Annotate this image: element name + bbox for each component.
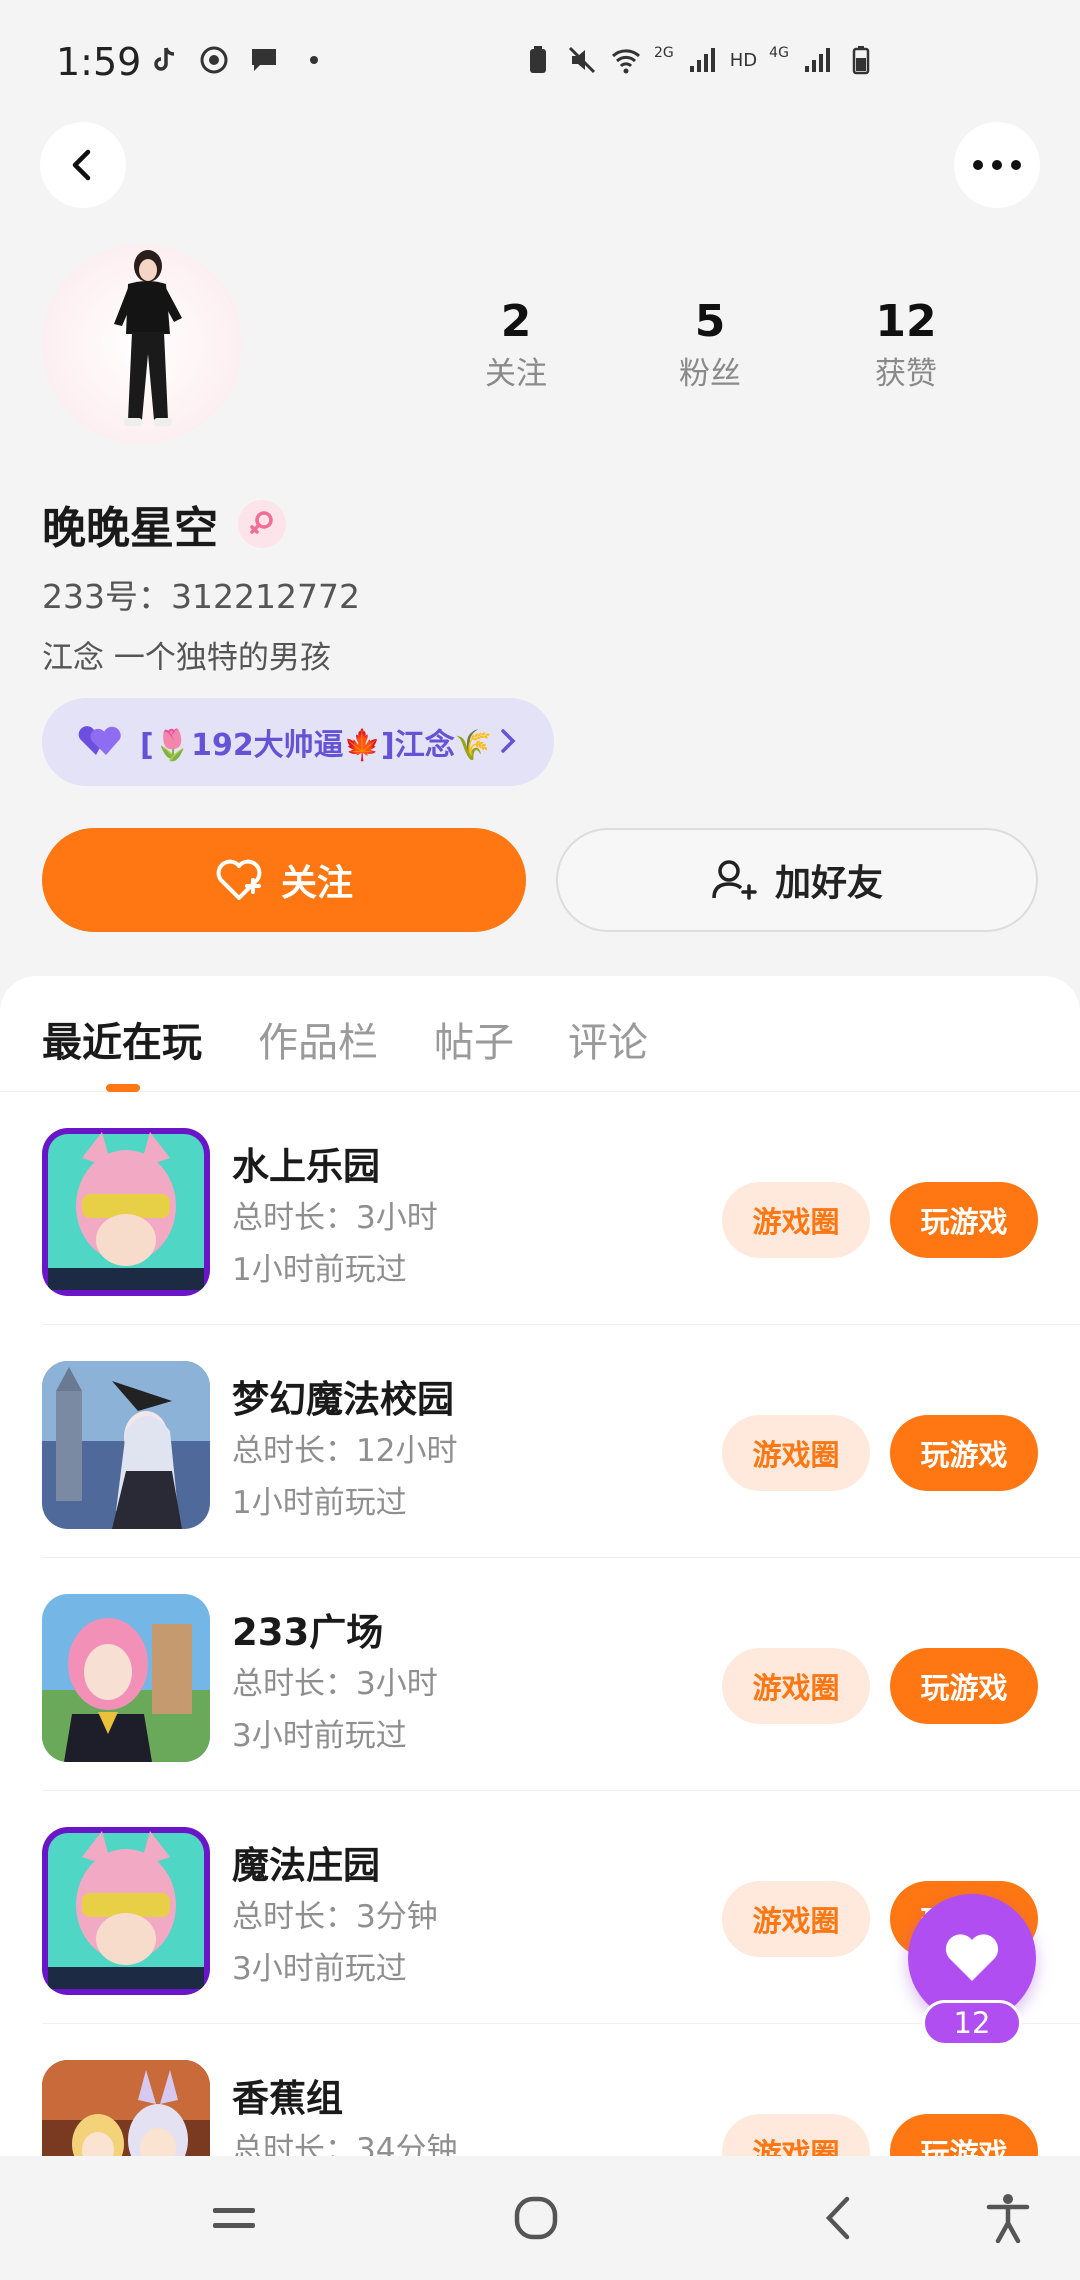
back-icon[interactable] bbox=[806, 2186, 870, 2250]
back-button[interactable] bbox=[40, 122, 126, 208]
system-nav-bar bbox=[0, 2156, 1080, 2280]
username: 晚晚星空 bbox=[42, 503, 218, 554]
signal-2g-label: 2G bbox=[654, 45, 674, 61]
username-row: 晚晚星空 bbox=[42, 492, 286, 556]
game-last-played: 1小时前玩过 bbox=[232, 1485, 407, 1521]
stat-fans-value: 5 bbox=[694, 296, 726, 347]
follow-button[interactable]: 关注 bbox=[42, 828, 526, 932]
user-id: 233号：312212772 bbox=[42, 577, 360, 616]
tab-indicator bbox=[106, 1084, 140, 1092]
play-game-button[interactable]: 玩游戏 bbox=[890, 1182, 1038, 1258]
home-icon[interactable] bbox=[504, 2186, 568, 2250]
game-row[interactable]: 233广场 总时长：3小时 3小时前玩过 游戏圈 玩游戏 bbox=[0, 1558, 1080, 1791]
stat-fans-label: 粉丝 bbox=[679, 356, 741, 392]
tiktok-icon bbox=[154, 47, 175, 71]
game-duration: 总时长：12小时 bbox=[232, 1433, 458, 1469]
stat-following[interactable]: 2 关注 bbox=[436, 292, 596, 396]
play-game-button[interactable]: 玩游戏 bbox=[890, 1648, 1038, 1724]
chevron-right-icon bbox=[501, 729, 516, 753]
game-row[interactable]: 香蕉组 总时长：34分钟 游戏圈 玩游戏 bbox=[0, 2024, 1080, 2156]
game-thumbnail[interactable] bbox=[42, 1827, 210, 1995]
tab-posts[interactable]: 帖子 bbox=[434, 1010, 514, 1068]
play-game-button[interactable]: 玩游戏 bbox=[890, 1415, 1038, 1491]
add-user-icon bbox=[712, 860, 757, 900]
game-row[interactable]: 水上乐园 总时长：3小时 1小时前玩过 游戏圈 玩游戏 bbox=[0, 1092, 1080, 1325]
game-thumbnail[interactable] bbox=[42, 1361, 210, 1529]
wifi-icon bbox=[611, 49, 641, 74]
game-thumbnail[interactable] bbox=[42, 1594, 210, 1762]
signal-4g-icon bbox=[804, 48, 830, 72]
game-thumbnail[interactable] bbox=[42, 2060, 210, 2156]
record-icon bbox=[200, 46, 228, 74]
hd-label: HD bbox=[729, 49, 758, 71]
game-duration: 总时长：3分钟 bbox=[232, 1899, 438, 1935]
signal-4g-label: 4G bbox=[769, 45, 789, 61]
accessibility-icon[interactable] bbox=[976, 2186, 1040, 2250]
stat-following-value: 2 bbox=[500, 296, 532, 347]
chevron-left-icon bbox=[72, 149, 91, 181]
status-time: 1:59 bbox=[56, 40, 142, 84]
tab-bar: 最近在玩 作品栏 帖子 评论 bbox=[0, 976, 1080, 1092]
heart-icon bbox=[945, 1934, 999, 1981]
add-friend-button[interactable]: 加好友 bbox=[556, 828, 1038, 932]
battery-saver-icon bbox=[530, 46, 546, 73]
hearts-icon bbox=[78, 726, 121, 755]
more-options-button[interactable] bbox=[954, 122, 1040, 208]
game-title: 233广场 bbox=[232, 1611, 384, 1654]
avatar[interactable] bbox=[42, 244, 242, 444]
user-bio: 江念 一个独特的男孩 bbox=[42, 640, 331, 676]
game-circle-button[interactable]: 游戏圈 bbox=[722, 1415, 870, 1491]
game-title: 魔法庄园 bbox=[232, 1844, 380, 1887]
game-title: 香蕉组 bbox=[232, 2077, 343, 2120]
recent-apps-icon[interactable] bbox=[202, 2186, 266, 2250]
game-last-played: 3小时前玩过 bbox=[232, 1951, 407, 1987]
game-row[interactable]: 梦幻魔法校园 总时长：12小时 1小时前玩过 游戏圈 玩游戏 bbox=[0, 1325, 1080, 1558]
game-title: 水上乐园 bbox=[232, 1145, 380, 1188]
game-last-played: 1小时前玩过 bbox=[232, 1252, 407, 1288]
stat-likes[interactable]: 12 获赞 bbox=[826, 292, 986, 396]
dot-icon bbox=[310, 56, 318, 64]
stat-likes-value: 12 bbox=[875, 296, 937, 347]
relationship-tag-text: [🌷192大帅逼🍁]江念🌾 bbox=[140, 728, 493, 763]
game-title: 梦幻魔法校园 bbox=[232, 1378, 454, 1421]
add-friend-label: 加好友 bbox=[774, 863, 883, 904]
battery-icon bbox=[852, 46, 870, 75]
play-game-button[interactable]: 玩游戏 bbox=[890, 2114, 1038, 2156]
game-circle-button[interactable]: 游戏圈 bbox=[722, 1881, 870, 1957]
game-circle-button[interactable]: 游戏圈 bbox=[722, 1648, 870, 1724]
female-gender-icon bbox=[238, 500, 286, 548]
follow-button-label: 关注 bbox=[280, 863, 353, 904]
tab-recently-played[interactable]: 最近在玩 bbox=[42, 1010, 202, 1068]
stat-following-label: 关注 bbox=[485, 356, 547, 392]
more-dots-icon bbox=[973, 160, 1021, 170]
status-right-icons: 2G HD 4G bbox=[522, 44, 877, 76]
stat-likes-label: 获赞 bbox=[875, 356, 937, 392]
like-count-badge: 12 bbox=[922, 2000, 1022, 2046]
game-duration: 总时长：3小时 bbox=[232, 1666, 438, 1702]
heart-plus-icon bbox=[216, 859, 262, 900]
game-circle-button[interactable]: 游戏圈 bbox=[722, 1182, 870, 1258]
game-last-played: 3小时前玩过 bbox=[232, 1718, 407, 1754]
avatar-figure bbox=[114, 250, 182, 426]
mute-icon bbox=[568, 46, 596, 74]
relationship-tag[interactable]: [🌷192大帅逼🍁]江念🌾 bbox=[42, 698, 554, 786]
status-left-icons bbox=[148, 44, 330, 76]
message-icon bbox=[252, 49, 276, 71]
stat-fans[interactable]: 5 粉丝 bbox=[630, 292, 790, 396]
game-duration: 总时长：34分钟 bbox=[232, 2132, 458, 2156]
game-circle-button[interactable]: 游戏圈 bbox=[722, 2114, 870, 2156]
signal-2g-icon bbox=[689, 48, 715, 72]
game-thumbnail[interactable] bbox=[42, 1128, 210, 1296]
tab-works[interactable]: 作品栏 bbox=[258, 1010, 378, 1068]
game-duration: 总时长：3小时 bbox=[232, 1200, 438, 1236]
tab-comments[interactable]: 评论 bbox=[568, 1010, 648, 1068]
status-bar: 1:59 2G HD 4G bbox=[0, 0, 1080, 130]
